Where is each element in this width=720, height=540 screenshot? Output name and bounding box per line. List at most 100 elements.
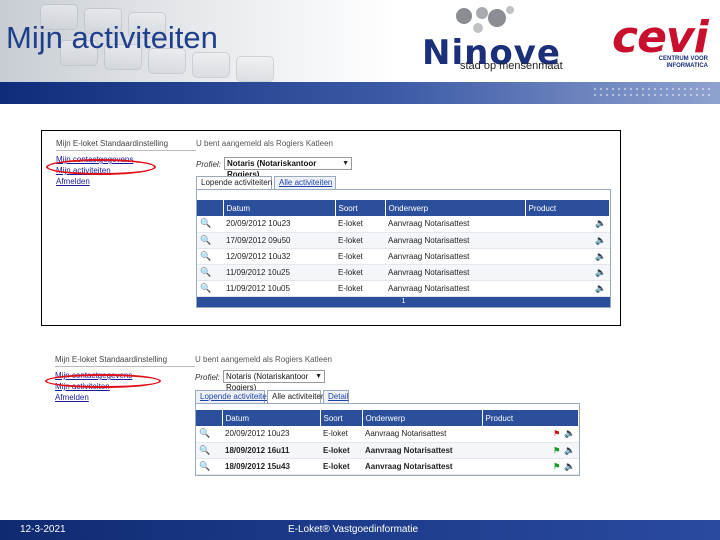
table-header-row: Datum Soort Onderwerp Product <box>197 200 610 216</box>
speaker-icon: 🔈 <box>564 460 576 471</box>
activities-table: Datum Soort Onderwerp Product 🔍 20/09/20… <box>196 410 579 475</box>
cell-soort: E-loket <box>335 216 385 233</box>
cell-datum: 18/09/2012 16u11 <box>222 442 320 459</box>
header-bar <box>0 82 720 104</box>
activities-table: Datum Soort Onderwerp Product 🔍 20/09/20… <box>197 200 610 297</box>
eloket-content: U bent aangemeld als Rogiers Katleen Pro… <box>196 139 611 308</box>
cell-soort: E-loket <box>320 458 362 475</box>
screenshot-alle-activiteiten: Mijn E-loket Standaardinstelling Mijn co… <box>41 349 621 476</box>
column-header-soort[interactable]: Soort <box>320 410 363 426</box>
cell-soort: E-loket <box>320 426 362 443</box>
table-row[interactable]: 🔍 18/09/2012 15u43 E-loket Aanvraag Nota… <box>196 458 579 475</box>
magnifier-icon[interactable]: 🔍 <box>197 232 223 249</box>
cell-soort: E-loket <box>335 232 385 249</box>
magnifier-icon[interactable]: 🔍 <box>197 280 223 297</box>
cevi-logo-tagline: CENTRUM VOOR INFORMATICA <box>658 56 708 69</box>
magnifier-icon[interactable]: 🔍 <box>197 216 223 233</box>
cevi-logo: cevi CENTRUM VOOR INFORMATICA <box>612 12 712 78</box>
speaker-icon: 🔈 <box>525 232 610 249</box>
speaker-icon: 🔈 <box>564 444 576 455</box>
cell-soort: E-loket <box>335 280 385 297</box>
cell-onderwerp: Aanvraag Notarisattest <box>362 458 482 475</box>
cell-onderwerp: Aanvraag Notarisattest <box>385 232 525 249</box>
magnifier-icon[interactable]: 🔍 <box>196 426 222 443</box>
column-header-icon <box>196 410 223 426</box>
column-header-product[interactable]: Product <box>482 410 579 426</box>
footer-date: 12-3-2021 <box>20 524 66 535</box>
column-header-icon <box>197 200 224 216</box>
column-header-datum[interactable]: Datum <box>223 200 336 216</box>
footer-bar: 12-3-2021 E-Loket® Vastgoedinformatie <box>0 520 720 540</box>
profile-row: Profiel: Notaris (Notariskantoor Rogiers… <box>195 370 610 392</box>
tab-lopende-activiteiten[interactable]: Lopende activiteiten <box>196 176 272 189</box>
cell-onderwerp: Aanvraag Notarisattest <box>362 426 482 443</box>
tab-alle-activiteiten[interactable]: Alle activiteiten <box>267 390 325 403</box>
table-row[interactable]: 🔍 20/09/2012 10u23 E-loket Aanvraag Nota… <box>197 216 610 233</box>
table-row[interactable]: 🔍 20/09/2012 10u23 E-loket Aanvraag Nota… <box>196 426 579 443</box>
table-row[interactable]: 🔍 11/09/2012 10u05 E-loket Aanvraag Nota… <box>197 280 610 297</box>
profile-select-value: Notaris (Notariskantoor Rogiers) <box>226 372 309 392</box>
chevron-down-icon: ▼ <box>342 160 349 167</box>
ninove-logo: Ninove stad op mensenmaat <box>420 6 570 76</box>
menu-item-afmelden[interactable]: Afmelden <box>56 176 196 187</box>
highlight-ellipse <box>45 374 161 388</box>
profile-select[interactable]: Notaris (Notariskantoor Rogiers) ▼ <box>223 370 325 392</box>
menu-item-afmelden[interactable]: Afmelden <box>55 392 195 403</box>
table-row[interactable]: 🔍 18/09/2012 16u11 E-loket Aanvraag Nota… <box>196 442 579 459</box>
product-status: ⚑ 🔈 <box>482 426 579 443</box>
footer-text: E-Loket® Vastgoedinformatie <box>288 524 419 535</box>
menu-title: Mijn E-loket Standaardinstelling <box>56 139 196 151</box>
column-header-soort[interactable]: Soort <box>335 200 386 216</box>
tab-detail[interactable]: Detail <box>323 390 349 403</box>
slide: Mijn activiteiten Ninove stad op mensenm… <box>0 0 720 540</box>
magnifier-icon[interactable]: 🔍 <box>197 264 223 281</box>
cell-datum: 20/09/2012 10u23 <box>222 426 320 443</box>
logged-in-text: U bent aangemeld als Rogiers Katleen <box>196 139 333 148</box>
tab-alle-activiteiten[interactable]: Alle activiteiten <box>274 176 336 189</box>
cell-datum: 20/09/2012 10u23 <box>223 216 335 233</box>
eloket-content: U bent aangemeld als Rogiers Katleen Pro… <box>195 355 610 476</box>
cell-soort: E-loket <box>320 442 362 459</box>
cell-onderwerp: Aanvraag Notarisattest <box>385 216 525 233</box>
tab-lopende-activiteiten[interactable]: Lopende activiteiten <box>195 390 271 403</box>
cell-datum: 12/09/2012 10u32 <box>223 248 335 265</box>
tab-bar: Lopende activiteiten Alle activiteiten <box>196 176 611 189</box>
header-bar-pattern <box>592 86 712 100</box>
keyboard-key-decoration <box>236 56 274 82</box>
speaker-icon: 🔈 <box>525 216 610 233</box>
column-header-onderwerp[interactable]: Onderwerp <box>362 410 483 426</box>
highlight-ellipse <box>46 159 156 175</box>
column-header-product[interactable]: Product <box>525 200 610 216</box>
ninove-logo-tagline: stad op mensenmaat <box>460 60 563 72</box>
tab-panel: Datum Soort Onderwerp Product 🔍 20/09/20… <box>195 403 580 476</box>
profile-select[interactable]: Notaris (Notariskantoor Rogiers) ▼ <box>224 157 352 179</box>
magnifier-icon[interactable]: 🔍 <box>196 442 222 459</box>
table-row[interactable]: 🔍 11/09/2012 10u25 E-loket Aanvraag Nota… <box>197 264 610 281</box>
magnifier-icon[interactable]: 🔍 <box>197 248 223 265</box>
pager: 1 <box>197 296 610 307</box>
magnifier-icon[interactable]: 🔍 <box>196 458 222 475</box>
product-status: ⚑ 🔈 <box>482 442 579 459</box>
pager-page-1[interactable]: 1 <box>402 298 406 305</box>
tab-panel: Datum Soort Onderwerp Product 🔍 20/09/20… <box>196 189 611 308</box>
column-header-datum[interactable]: Datum <box>222 410 321 426</box>
page-title: Mijn activiteiten <box>6 20 218 55</box>
cell-onderwerp: Aanvraag Notarisattest <box>385 264 525 281</box>
cell-onderwerp: Aanvraag Notarisattest <box>385 280 525 297</box>
table-header-row: Datum Soort Onderwerp Product <box>196 410 579 426</box>
speaker-icon: 🔈 <box>525 248 610 265</box>
product-status: ⚑ 🔈 <box>482 458 579 475</box>
green-flag-icon: ⚑ <box>553 461 561 471</box>
cell-datum: 18/09/2012 15u43 <box>222 458 320 475</box>
table-row[interactable]: 🔍 12/09/2012 10u32 E-loket Aanvraag Nota… <box>197 248 610 265</box>
profile-label: Profiel: <box>196 160 221 169</box>
chevron-down-icon: ▼ <box>315 373 322 380</box>
speaker-icon: 🔈 <box>525 280 610 297</box>
red-flag-icon: ⚑ <box>553 429 561 439</box>
green-flag-icon: ⚑ <box>553 445 561 455</box>
table-row[interactable]: 🔍 17/09/2012 09u50 E-loket Aanvraag Nota… <box>197 232 610 249</box>
column-header-onderwerp[interactable]: Onderwerp <box>385 200 526 216</box>
cell-onderwerp: Aanvraag Notarisattest <box>385 248 525 265</box>
menu-title: Mijn E-loket Standaardinstelling <box>55 355 195 367</box>
logged-in-text: U bent aangemeld als Rogiers Katleen <box>195 355 332 364</box>
